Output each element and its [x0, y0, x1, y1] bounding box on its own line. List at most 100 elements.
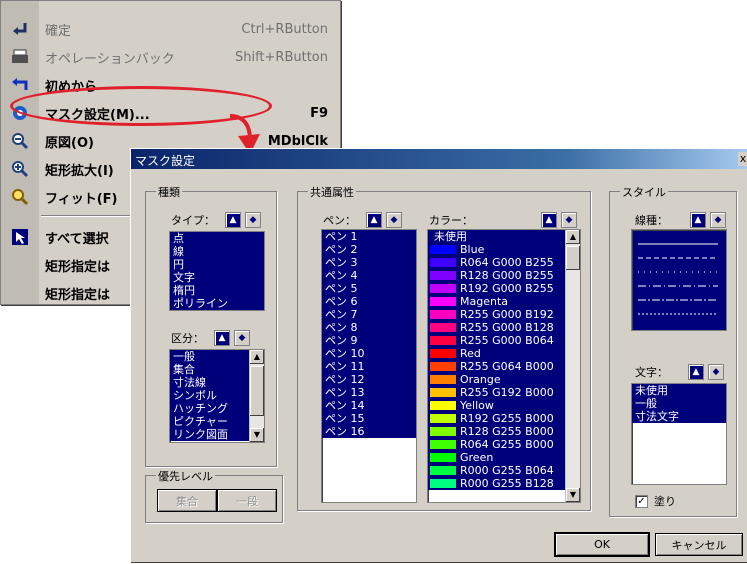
deselect-icon[interactable]: ◆ [245, 212, 261, 228]
color-list-item[interactable]: R255 G000 B064 [428, 334, 566, 347]
color-list-item[interactable]: R128 G255 B000 [428, 425, 566, 438]
color-list-item[interactable]: R000 G255 B128 [428, 477, 566, 490]
type-list[interactable]: 点線円文字 楕円 ポリライン [169, 231, 265, 311]
select-all-icon[interactable]: ▲ [366, 212, 382, 228]
scroll-thumb[interactable] [250, 366, 264, 416]
list-item[interactable]: ペン 10 [322, 347, 416, 360]
pen-list[interactable]: ペン 1 ペン 2 ペン 3 ペン 4 ペン 5 ペン 6 ペン 7 ペン 8 ペン 9 ペン 1… [321, 229, 417, 503]
color-list-item[interactable]: R064 G255 B000 [428, 438, 566, 451]
category-list[interactable]: 一般 集合 寸法線 シンボル ハッチング ピクチャー リンク図面 ▲ ▼ [169, 349, 265, 443]
text-header-label: 文字： [635, 366, 668, 379]
menu-item-shortcut: MDblClk [267, 133, 328, 149]
color-label: R255 G000 B192 [460, 308, 554, 321]
select-all-icon[interactable]: ▲ [688, 364, 704, 380]
color-swatch [430, 388, 456, 397]
list-item[interactable]: ペン 2 [322, 243, 416, 256]
select-all-icon[interactable]: ▲ [690, 212, 706, 228]
cancel-button[interactable]: キャンセル [655, 533, 743, 556]
list-item[interactable]: ペン 12 [322, 373, 416, 386]
color-swatch [430, 271, 456, 280]
list-item[interactable]: ポリライン [170, 297, 264, 310]
list-item[interactable]: ペン 16 [322, 425, 416, 438]
color-list-item[interactable]: R255 G000 B128 [428, 321, 566, 334]
list-item[interactable]: ペン 3 [322, 256, 416, 269]
deselect-icon[interactable]: ◆ [710, 212, 726, 228]
color-list-item[interactable]: R128 G000 B255 [428, 269, 566, 282]
color-list[interactable]: 未使用 Blue R064 G000 B255 R128 G000 B255 R192 … [427, 229, 581, 503]
category-scrollbar[interactable]: ▲ ▼ [249, 350, 264, 442]
list-item[interactable]: ペン 1 [322, 230, 416, 243]
list-item[interactable]: 線 [170, 245, 264, 258]
list-item[interactable]: ペン 15 [322, 412, 416, 425]
list-item[interactable]: ペン 14 [322, 399, 416, 412]
color-list-item[interactable]: 未使用 [428, 230, 566, 243]
list-item[interactable]: 寸法線 [170, 376, 250, 389]
list-item[interactable]: ペン 7 [322, 308, 416, 321]
color-list-item[interactable]: Red [428, 347, 566, 360]
color-list-item[interactable]: Blue [428, 243, 566, 256]
list-item[interactable]: 文字 [170, 271, 264, 284]
text-list[interactable]: 未使用 一般 寸法文字 [631, 383, 727, 485]
deselect-icon[interactable]: ◆ [386, 212, 402, 228]
list-item[interactable]: ピクチャー [170, 415, 250, 428]
scroll-up-icon[interactable]: ▲ [250, 350, 264, 364]
scroll-down-icon[interactable]: ▼ [250, 428, 264, 442]
list-item[interactable]: 点 [170, 232, 264, 245]
list-item[interactable]: ペン 8 [322, 321, 416, 334]
menu-item-shortcut: Ctrl+RButton [241, 21, 328, 37]
checkbox-box[interactable]: ✓ [635, 494, 648, 508]
select-all-icon[interactable]: ▲ [225, 212, 241, 228]
color-list-item[interactable]: R064 G000 B255 [428, 256, 566, 269]
color-list-item[interactable]: R255 G064 B000 [428, 360, 566, 373]
ok-button[interactable]: OK [555, 533, 649, 556]
scroll-thumb[interactable] [566, 246, 580, 270]
color-list-item[interactable]: Magenta [428, 295, 566, 308]
menu-item-operation-back[interactable]: オペレーションバック Shift+RButton [1, 43, 340, 71]
list-item[interactable]: ペン 11 [322, 360, 416, 373]
list-item[interactable]: 一般 [632, 397, 726, 410]
list-item[interactable]: リンク図面 [170, 428, 250, 441]
color-swatch [430, 336, 456, 345]
list-item[interactable]: ペン 6 [322, 295, 416, 308]
color-scrollbar[interactable]: ▲ ▼ [565, 230, 580, 502]
list-item[interactable]: 一般 [170, 350, 250, 363]
color-list-item[interactable]: Orange [428, 373, 566, 386]
priority-single-button[interactable]: 一段 [217, 489, 277, 512]
color-label: Magenta [460, 295, 509, 308]
list-item[interactable]: ハッチング [170, 402, 250, 415]
close-icon[interactable]: x [738, 152, 747, 166]
menu-item-confirm[interactable]: 確定 Ctrl+RButton [1, 15, 340, 43]
color-label: 未使用 [434, 230, 467, 243]
list-item[interactable]: ペン 4 [322, 269, 416, 282]
color-list-item[interactable]: R255 G192 B000 [428, 386, 566, 399]
list-item[interactable]: 集合 [170, 363, 250, 376]
menu-item-label: 確定 [45, 23, 72, 39]
menu-item-label: フィット(F) [45, 191, 118, 207]
color-list-item[interactable]: R192 G000 B255 [428, 282, 566, 295]
color-label: Green [460, 451, 494, 464]
select-all-icon[interactable]: ▲ [214, 330, 230, 346]
list-item[interactable]: 未使用 [632, 384, 726, 397]
list-item[interactable]: シンボル [170, 389, 250, 402]
list-item[interactable]: ペン 5 [322, 282, 416, 295]
deselect-icon[interactable]: ◆ [561, 212, 577, 228]
list-item[interactable]: 寸法文字 [632, 410, 726, 423]
color-list-item[interactable]: R255 G000 B192 [428, 308, 566, 321]
scroll-up-icon[interactable]: ▲ [566, 230, 580, 244]
list-item[interactable]: ペン 9 [322, 334, 416, 347]
linetype-header: 線種： ▲ ◆ [635, 211, 726, 229]
fill-checkbox[interactable]: ✓ 塗り [635, 493, 676, 509]
deselect-icon[interactable]: ◆ [234, 330, 250, 346]
list-item[interactable]: 円 [170, 258, 264, 271]
linetype-list[interactable] [631, 229, 727, 331]
list-item[interactable]: ペン 13 [322, 386, 416, 399]
list-item[interactable]: 楕円 [170, 284, 264, 297]
color-list-item[interactable]: R000 G255 B064 [428, 464, 566, 477]
color-list-item[interactable]: R192 G255 B000 [428, 412, 566, 425]
priority-group-button[interactable]: 集合 [157, 489, 217, 512]
deselect-icon[interactable]: ◆ [708, 364, 724, 380]
scroll-down-icon[interactable]: ▼ [566, 488, 580, 502]
color-list-item[interactable]: Yellow [428, 399, 566, 412]
color-list-item[interactable]: Green [428, 451, 566, 464]
select-all-icon[interactable]: ▲ [541, 212, 557, 228]
